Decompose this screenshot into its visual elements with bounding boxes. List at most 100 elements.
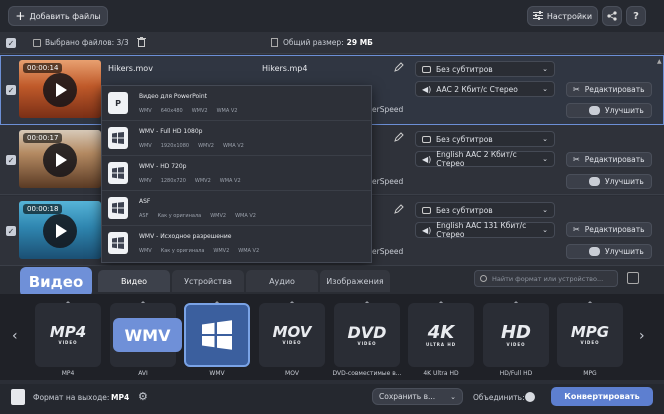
select-all-checkbox[interactable]: ✓ (6, 38, 16, 48)
preset-specs: WMV Как у оригинала WMV2 WMA V2 (139, 248, 260, 254)
tab-label: Аудио (269, 276, 295, 286)
pencil-icon[interactable] (394, 204, 404, 216)
play-button[interactable] (43, 214, 77, 248)
format-card-hd[interactable]: HD VIDEO (483, 303, 549, 367)
source-filename: Hikers.mov (108, 64, 153, 73)
enhance-label: Улучшить (605, 247, 644, 256)
convert-button[interactable]: Конвертировать (551, 387, 653, 406)
format-label: AVI (138, 370, 148, 377)
preset-item[interactable]: WMV - Исходное разрешение WMV Как у ориги… (102, 226, 371, 261)
format-card-mov[interactable]: MOV VIDEO (259, 303, 325, 367)
audio-value: AAC 2 Кбит/с Стерео (436, 84, 518, 94)
subtitles-icon (422, 206, 431, 214)
help-button[interactable]: ? (626, 6, 646, 26)
selected-count: Выбрано файлов: 3/3 (33, 38, 129, 47)
tab-video[interactable]: Видео (98, 270, 170, 292)
preset-item[interactable]: WMV - Full HD 1080p WMV 1920x1080 WMV2 WMA … (102, 121, 371, 156)
pencil-icon[interactable] (394, 132, 404, 144)
preset-item[interactable]: P Видео для PowerPoint WMV 640x480 WMV2 WMA… (102, 86, 371, 121)
mpg-logo: MPG VIDEO (570, 323, 610, 345)
hd-logo: HD VIDEO (500, 321, 531, 347)
preset-item[interactable]: WMV - HD 720p WMV 1280x720 WMV2 WMA V2 (102, 156, 371, 191)
format-label: WMV (209, 370, 225, 377)
total-size: Общий размер: 29 МБ (271, 38, 373, 47)
trash-icon[interactable] (137, 37, 146, 49)
format-label: MP4 (61, 370, 75, 377)
edit-button[interactable]: ✂ Редактировать (566, 152, 652, 167)
subtitles-select[interactable]: Без субтитров ⌄ (415, 131, 555, 147)
carousel-left-icon[interactable]: ‹ (12, 328, 18, 344)
dvd-logo: DVD VIDEO (347, 322, 387, 346)
output-format-icon (11, 389, 25, 405)
video-thumbnail[interactable]: 00:00:18 (19, 201, 101, 259)
merge-toggle[interactable] (525, 392, 535, 402)
preset-title: WMV - Исходное разрешение (139, 233, 232, 240)
play-button[interactable] (43, 143, 77, 177)
share-button[interactable] (602, 6, 622, 26)
video-thumbnail[interactable]: 00:00:14 (19, 60, 101, 118)
format-card-mp4[interactable]: MP4 VIDEO (35, 303, 101, 367)
custom-format-icon[interactable] (627, 272, 639, 284)
subtitles-value: Без субтитров (436, 205, 493, 215)
scissors-icon: ✂ (573, 85, 580, 94)
subtitles-value: Без субтитров (436, 64, 493, 74)
pencil-icon[interactable] (394, 62, 404, 74)
enhance-button[interactable]: Улучшить (566, 174, 652, 189)
tab-devices[interactable]: Устройства (172, 270, 244, 292)
partial-format-text: erSpeed (372, 105, 404, 114)
format-card-dvd[interactable]: DVD VIDEO (334, 303, 400, 367)
subtitles-select[interactable]: Без субтитров ⌄ (415, 202, 555, 218)
save-to-select[interactable]: Сохранить в... ⌄ (372, 388, 463, 405)
file-checkbox[interactable]: ✓ (6, 155, 16, 165)
file-list-scrollbar[interactable]: ▲ (657, 58, 662, 262)
add-files-button[interactable]: + Добавить файлы (8, 6, 108, 26)
subtitles-value: Без субтитров (436, 134, 493, 144)
partial-format-text: erSpeed (372, 177, 404, 186)
document-icon (271, 38, 278, 47)
play-button[interactable] (43, 73, 77, 107)
powerpoint-icon: P (108, 92, 128, 114)
4k-logo: 4K ULTRA HD (425, 321, 457, 347)
duration-badge: 00:00:17 (23, 133, 63, 143)
file-checkbox[interactable]: ✓ (6, 226, 16, 236)
video-thumbnail[interactable]: 00:00:17 (19, 130, 101, 188)
preset-item[interactable]: ASF ASF Как у оригинала WMV2 WMA V2 (102, 191, 371, 226)
preset-specs: WMV 1920x1080 WMV2 WMA V2 (139, 143, 244, 149)
speaker-icon: ◀) (422, 84, 432, 94)
format-card-4k[interactable]: 4K ULTRA HD (408, 303, 474, 367)
audio-select[interactable]: ◀) English AAC 2 Кбит/с Стерео ⌄ (415, 150, 555, 168)
enhance-label: Улучшить (605, 177, 644, 186)
tab-label: Устройства (184, 276, 232, 286)
play-icon (56, 153, 67, 167)
edit-button[interactable]: ✂ Редактировать (566, 82, 652, 97)
chevron-down-icon: ⌄ (450, 392, 456, 401)
tab-audio[interactable]: Аудио (246, 270, 318, 292)
output-filename[interactable]: Hikers.mp4 (262, 64, 307, 73)
search-placeholder: Найти формат или устройство... (492, 274, 604, 283)
windows-icon (108, 162, 128, 184)
format-preset-dropdown: P Видео для PowerPoint WMV 640x480 WMV2 WMA… (101, 85, 372, 263)
enhance-button[interactable]: Улучшить (566, 103, 652, 118)
format-search-input[interactable]: Найти формат или устройство... (474, 270, 618, 287)
audio-select[interactable]: ◀) AAC 2 Кбит/с Стерео ⌄ (415, 81, 555, 97)
edit-label: Редактировать (584, 225, 645, 234)
files-icon (33, 38, 41, 47)
gear-icon[interactable]: ⚙ (138, 390, 148, 403)
subtitles-icon (422, 135, 431, 143)
duration-badge: 00:00:18 (23, 204, 63, 214)
subtitles-select[interactable]: Без субтитров ⌄ (415, 61, 555, 77)
format-card-wmv[interactable] (184, 303, 250, 367)
carousel-right-icon[interactable]: › (639, 328, 645, 344)
format-card-mpg[interactable]: MPG VIDEO (557, 303, 623, 367)
mov-logo: MOV VIDEO (272, 323, 312, 345)
file-checkbox[interactable]: ✓ (6, 85, 16, 95)
chevron-down-icon: ⌄ (542, 135, 548, 143)
audio-select[interactable]: ◀) English AAC 131 Кбит/с Стерео ⌄ (415, 221, 555, 239)
tab-images[interactable]: Изображения (320, 270, 390, 292)
enhance-button[interactable]: Улучшить (566, 244, 652, 259)
scroll-up-icon[interactable]: ▲ (657, 58, 662, 65)
edit-button[interactable]: ✂ Редактировать (566, 222, 652, 237)
windows-icon (108, 197, 128, 219)
settings-button[interactable]: Настройки (527, 6, 598, 26)
preset-title: Видео для PowerPoint (139, 93, 207, 100)
